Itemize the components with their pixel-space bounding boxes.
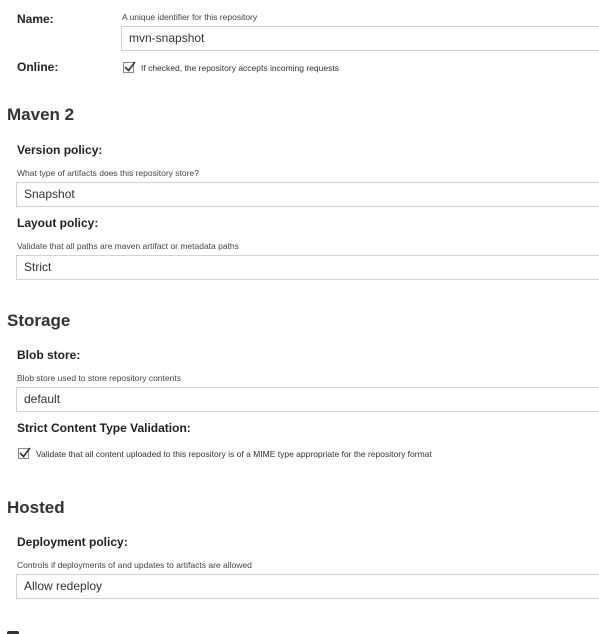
- name-label: Name:: [17, 12, 54, 26]
- deployment-policy-hint: Controls if deployments of and updates t…: [17, 560, 252, 570]
- layout-policy-hint: Validate that all paths are maven artifa…: [17, 241, 239, 251]
- deployment-policy-select[interactable]: Allow redeploy: [16, 574, 599, 599]
- section-title-maven: Maven 2: [7, 105, 75, 124]
- online-description: If checked, the repository accepts incom…: [141, 63, 339, 73]
- section-title-storage: Storage: [7, 311, 71, 330]
- version-policy-hint: What type of artifacts does this reposit…: [17, 168, 199, 178]
- strict-validation-checkbox[interactable]: [18, 447, 31, 459]
- checkmark-icon: [19, 447, 31, 458]
- online-label: Online:: [17, 60, 59, 74]
- strict-validation-description: Validate that all content uploaded to th…: [36, 449, 432, 459]
- checkmark-icon: [124, 61, 136, 72]
- strict-validation-label: Strict Content Type Validation:: [17, 421, 191, 435]
- layout-policy-label: Layout policy:: [17, 216, 99, 230]
- version-policy-label: Version policy:: [17, 143, 103, 157]
- blob-store-hint: Blob store used to store repository cont…: [17, 373, 181, 383]
- online-checkbox[interactable]: [123, 61, 136, 73]
- blob-store-label: Blob store:: [17, 348, 81, 362]
- name-field[interactable]: mvn-snapshot: [121, 26, 599, 51]
- layout-policy-select[interactable]: Strict: [16, 255, 599, 280]
- section-title-hosted: Hosted: [7, 498, 65, 517]
- name-hint: A unique identifier for this repository: [122, 12, 258, 22]
- next-section-title-partial: [7, 628, 21, 634]
- version-policy-select[interactable]: Snapshot: [16, 182, 599, 207]
- deployment-policy-label: Deployment policy:: [17, 535, 128, 549]
- blob-store-select[interactable]: default: [16, 387, 599, 412]
